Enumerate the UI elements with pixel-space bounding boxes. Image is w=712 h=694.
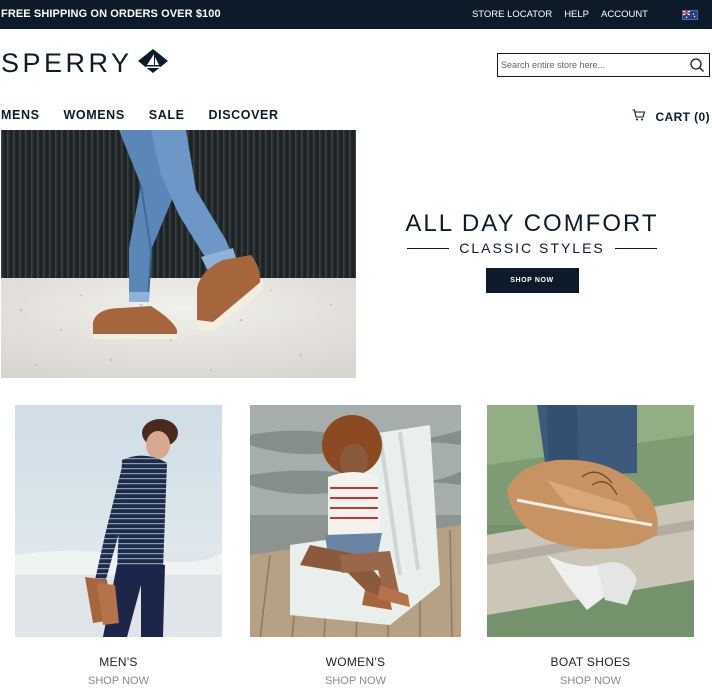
hero-title: ALL DAY COMFORT (405, 210, 659, 237)
store-locator-link[interactable]: STORE LOCATOR (472, 9, 552, 20)
hero-subtitle: CLASSIC STYLES (459, 240, 605, 256)
divider (407, 247, 450, 249)
search-box (497, 53, 710, 77)
category-tile-boat-shoes[interactable]: BOAT SHOES SHOP NOW (487, 405, 694, 687)
boat-shoes-category-label[interactable]: BOAT SHOES (487, 655, 694, 669)
cart-icon (632, 108, 646, 126)
boat-shoes-shop-now-link[interactable]: SHOP NOW (487, 675, 694, 687)
hero-copy: ALL DAY COMFORT CLASSIC STYLES SHOP NOW (400, 210, 664, 293)
main-nav: MENS WOMENS SALE DISCOVER (0, 108, 303, 122)
hero-image[interactable] (1, 130, 356, 378)
sailboat-logo-icon (137, 48, 169, 79)
womens-category-image[interactable] (250, 405, 461, 637)
australia-flag-icon[interactable] (682, 9, 698, 20)
promo-bar: FREE SHIPPING ON ORDERS OVER $100 STORE … (0, 0, 712, 29)
account-link[interactable]: ACCOUNT (601, 9, 648, 20)
boat-shoes-category-image[interactable] (487, 405, 694, 637)
cart-label: CART (0) (655, 110, 710, 124)
utility-links: STORE LOCATOR HELP ACCOUNT (472, 0, 712, 29)
search-input[interactable] (501, 57, 681, 73)
nav-item-mens[interactable]: MENS (1, 108, 40, 122)
hero-subtitle-row: CLASSIC STYLES (400, 240, 664, 256)
womens-category-label[interactable]: WOMEN'S (250, 655, 461, 669)
category-tile-womens[interactable]: WOMEN'S SHOP NOW (250, 405, 461, 687)
brand-wordmark: SPERRY (1, 48, 133, 78)
search-icon[interactable] (689, 57, 705, 73)
womens-shop-now-link[interactable]: SHOP NOW (250, 675, 461, 687)
mens-shop-now-link[interactable]: SHOP NOW (15, 675, 222, 687)
category-tile-mens[interactable]: MEN'S SHOP NOW (15, 405, 222, 687)
divider (614, 247, 657, 249)
help-link[interactable]: HELP (564, 9, 589, 20)
mens-category-label[interactable]: MEN'S (15, 655, 222, 669)
nav-item-sale[interactable]: SALE (149, 108, 185, 122)
nav-item-discover[interactable]: DISCOVER (209, 108, 279, 122)
hero-shop-now-button[interactable]: SHOP NOW (485, 268, 579, 293)
cart-link[interactable]: CART (0) (632, 108, 710, 126)
mens-category-image[interactable] (15, 405, 222, 637)
nav-item-womens[interactable]: WOMENS (64, 108, 125, 122)
sperry-logo[interactable]: SPERRY (1, 48, 169, 79)
free-shipping-promo: FREE SHIPPING ON ORDERS OVER $100 (1, 8, 221, 20)
